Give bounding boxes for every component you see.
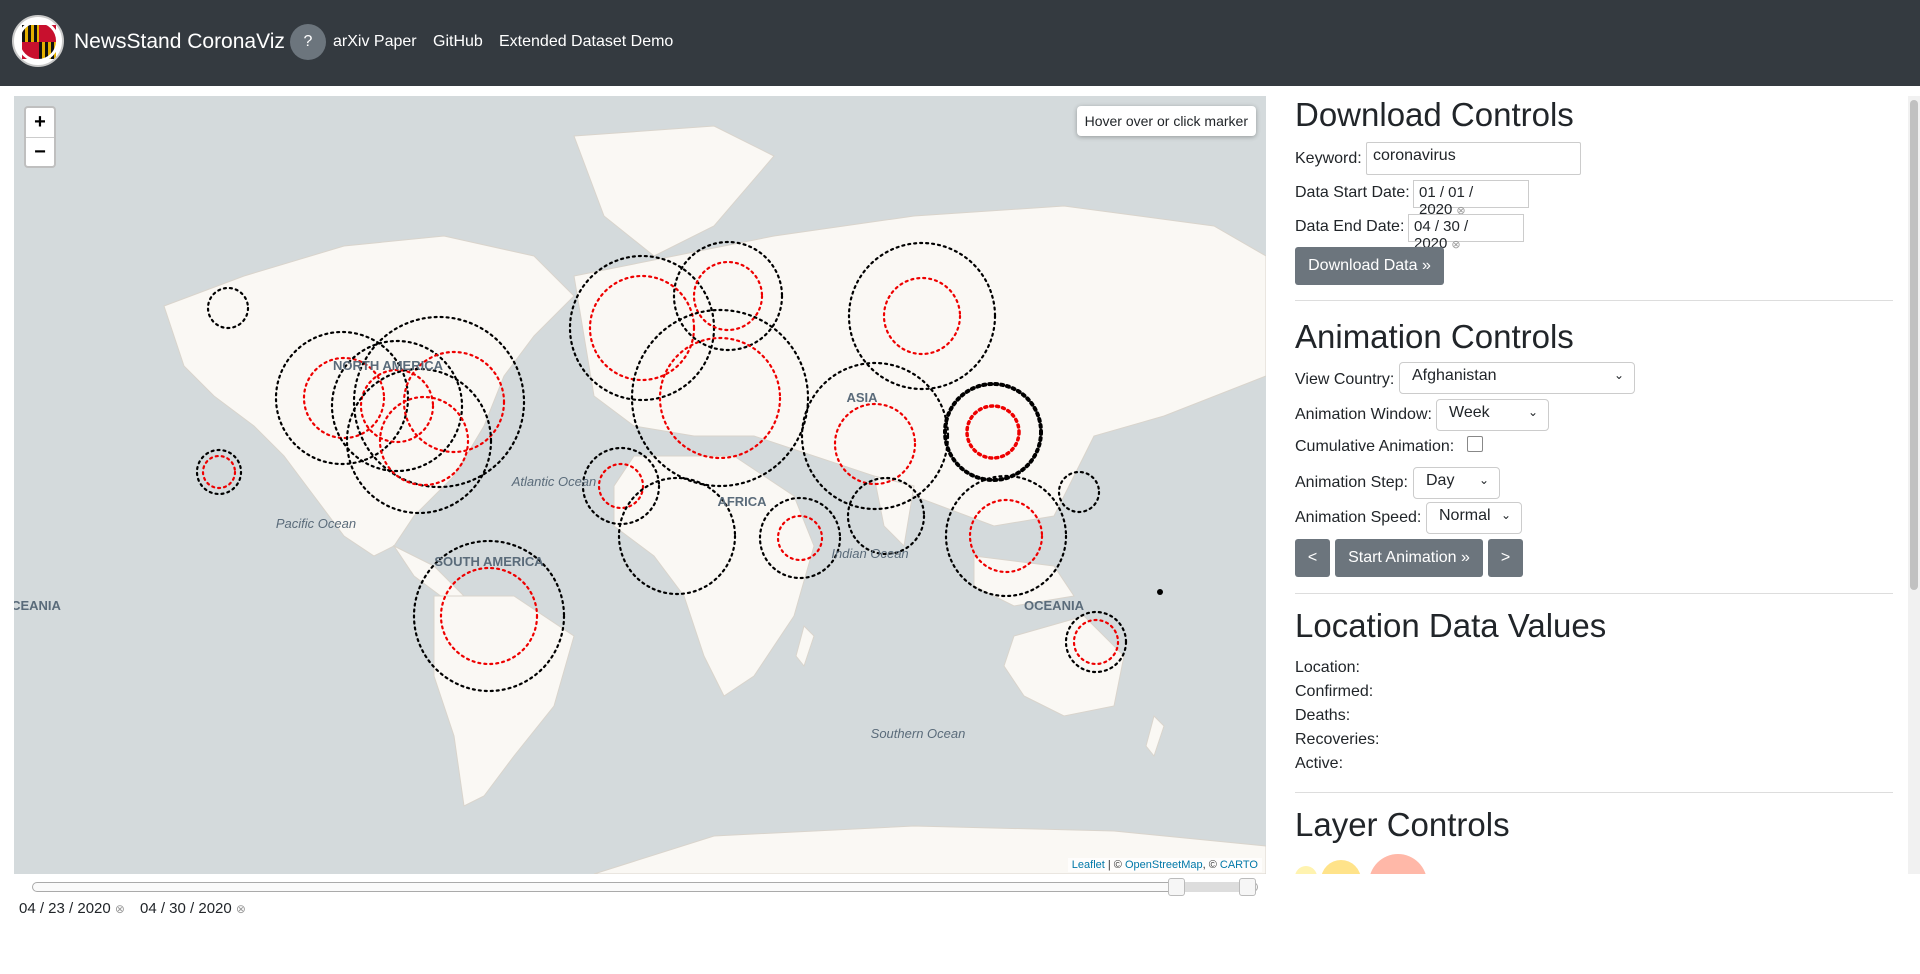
osm-link[interactable]: OpenStreetMap	[1125, 859, 1203, 871]
land-greenland	[573, 125, 775, 257]
land-india	[873, 475, 915, 548]
animation-prev-button[interactable]: <	[1295, 539, 1330, 577]
timeline-end-handle[interactable]	[1239, 878, 1256, 896]
animation-window-select[interactable]: Week ⌄	[1436, 399, 1549, 431]
control-sidebar: Download Controls Keyword: coronavirus D…	[1295, 96, 1895, 874]
help-button[interactable]: ?	[290, 24, 326, 60]
animation-step-label: Animation Step:	[1295, 474, 1408, 491]
map-canvas[interactable]: NORTH AMERICA SOUTH AMERICA AFRICA ASIA …	[14, 96, 1266, 874]
animation-step-select[interactable]: Day ⌄	[1413, 467, 1500, 499]
end-date-input[interactable]: 04 / 30 / 2020 ⊗	[1408, 214, 1524, 252]
start-animation-button[interactable]: Start Animation »	[1335, 539, 1483, 577]
download-data-button[interactable]: Download Data »	[1295, 247, 1444, 285]
clear-icon: ⊗	[235, 902, 246, 916]
timeline-start-handle[interactable]	[1168, 878, 1185, 896]
zoom-control: + −	[24, 106, 56, 168]
animation-controls-title: Animation Controls	[1295, 318, 1574, 355]
chevron-down-icon: ⌄	[1613, 368, 1624, 382]
view-country-label: View Country:	[1295, 371, 1395, 388]
timeline-start-date[interactable]: 04 / 23 / 2020 ⊗	[19, 900, 125, 917]
label-atlantic-ocean: Atlantic Ocean	[511, 474, 597, 489]
land-australia	[1003, 615, 1125, 717]
land-south-america	[433, 595, 575, 807]
keyword-input[interactable]: coronavirus	[1366, 142, 1581, 175]
chevron-down-icon: ⌄	[1527, 405, 1538, 419]
marker-dot	[1157, 589, 1163, 595]
recoveries-field: Recoveries:	[1295, 731, 1380, 748]
label-southern-ocean: Southern Ocean	[871, 726, 966, 741]
label-oceania-left: CEANIA	[14, 598, 62, 613]
navbar: NewsStand CoronaViz ? arXiv Paper GitHub…	[0, 0, 1920, 86]
chevron-down-icon: ⌄	[1478, 473, 1489, 487]
nav-link-github[interactable]: GitHub	[433, 33, 483, 51]
land-new-zealand	[1145, 715, 1165, 758]
label-pacific-ocean: Pacific Ocean	[276, 516, 356, 531]
layer-legend-medium[interactable]	[1321, 860, 1361, 874]
world-map[interactable]: NORTH AMERICA SOUTH AMERICA AFRICA ASIA …	[14, 96, 1266, 874]
land-north-america	[163, 235, 575, 557]
divider	[1295, 300, 1893, 301]
deaths-field: Deaths:	[1295, 707, 1351, 724]
animation-window-label: Animation Window:	[1295, 406, 1432, 423]
label-north-america: NORTH AMERICA	[333, 358, 444, 373]
zoom-in-button[interactable]: +	[26, 108, 54, 138]
label-south-america: SOUTH AMERICA	[434, 554, 544, 569]
marker-active	[201, 454, 237, 490]
cumulative-animation-checkbox[interactable]	[1467, 436, 1483, 452]
location-data-title: Location Data Values	[1295, 607, 1607, 644]
carto-link[interactable]: CARTO	[1220, 859, 1258, 871]
view-country-select[interactable]: Afghanistan ⌄	[1399, 362, 1635, 394]
start-date-input[interactable]: 01 / 01 / 2020 ⊗	[1413, 180, 1529, 218]
nav-link-extended-dataset[interactable]: Extended Dataset Demo	[499, 33, 673, 51]
label-indian-ocean: Indian Ocean	[831, 546, 908, 561]
layer-legend-small[interactable]	[1295, 866, 1317, 874]
land-madagascar	[795, 625, 815, 668]
start-date-label: Data Start Date:	[1295, 184, 1410, 201]
zoom-out-button[interactable]: −	[26, 138, 54, 167]
location-field: Location:	[1295, 659, 1360, 676]
label-asia: ASIA	[846, 390, 878, 405]
clear-icon: ⊗	[1451, 239, 1461, 251]
hover-info-box: Hover over or click marker	[1076, 106, 1256, 136]
label-africa: AFRICA	[717, 494, 767, 509]
animation-speed-select[interactable]: Normal ⌄	[1426, 502, 1522, 534]
animation-speed-label: Animation Speed:	[1295, 509, 1422, 526]
layer-legend-large[interactable]	[1369, 854, 1427, 874]
timeline-end-date[interactable]: 04 / 30 / 2020 ⊗	[140, 900, 246, 917]
download-controls-title: Download Controls	[1295, 96, 1574, 133]
keyword-label: Keyword:	[1295, 150, 1362, 167]
confirmed-field: Confirmed:	[1295, 683, 1374, 700]
label-oceania: OCEANIA	[1024, 598, 1085, 613]
active-field: Active:	[1295, 755, 1344, 772]
leaflet-link[interactable]: Leaflet	[1072, 859, 1105, 871]
timeline-selected-range	[1176, 882, 1248, 892]
divider	[1295, 792, 1893, 793]
cumulative-animation-label: Cumulative Animation:	[1295, 438, 1455, 455]
sidebar-scrollbar[interactable]	[1908, 96, 1920, 874]
layer-controls-title: Layer Controls	[1295, 806, 1510, 843]
university-logo-icon[interactable]	[12, 15, 64, 67]
animation-next-button[interactable]: >	[1488, 539, 1523, 577]
end-date-label: Data End Date:	[1295, 218, 1405, 235]
clear-icon: ⊗	[114, 902, 125, 916]
nav-link-arxiv[interactable]: arXiv Paper	[333, 33, 417, 51]
divider	[1295, 593, 1893, 594]
timeline-slider[interactable]	[32, 882, 1258, 892]
map-attribution: Leaflet | © OpenStreetMap, © CARTO	[1067, 858, 1262, 872]
brand-title[interactable]: NewsStand CoronaViz	[74, 30, 285, 54]
chevron-down-icon: ⌄	[1500, 508, 1511, 522]
